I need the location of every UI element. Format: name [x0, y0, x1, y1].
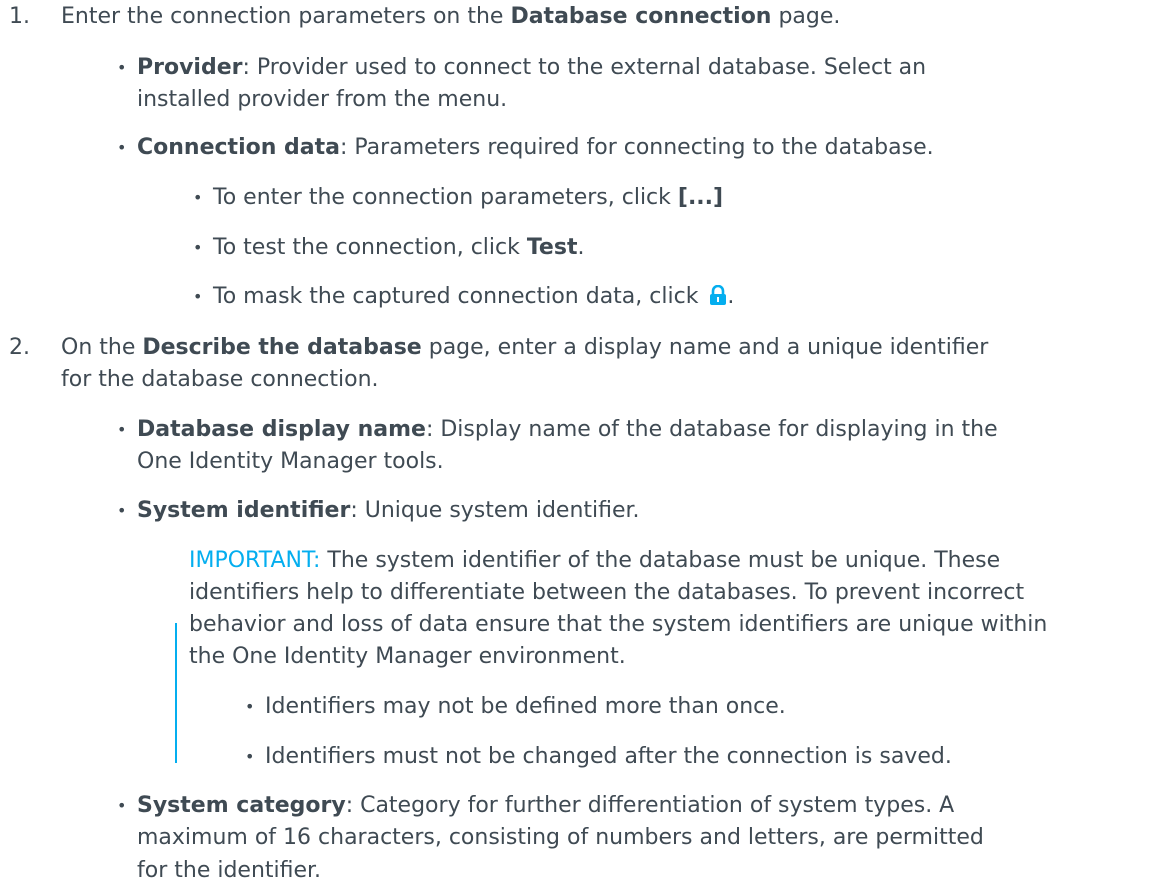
bullet-icon: • [117, 501, 127, 521]
important-label: IMPORTANT: [189, 547, 321, 573]
note-line: identifiers help to differentiate betwee… [189, 580, 1025, 606]
step-text: Enter the connection parameters on the D… [61, 4, 841, 29]
list-item: Provider: Provider used to connect to th… [137, 54, 927, 80]
step-text-continuation: for the database connection. [61, 366, 379, 392]
list-item-continuation: for the identifier. [137, 857, 322, 883]
step-text: On the Describe the database page, enter… [61, 334, 989, 360]
list-item-continuation: One Identity Manager tools. [137, 448, 444, 474]
sub-list-item: To mask the captured connection data, cl… [213, 282, 734, 313]
list-item: Database display name: Display name of t… [137, 416, 998, 442]
sub-list-item: To enter the connection parameters, clic… [213, 185, 724, 210]
note-line: behavior and loss of data ensure that th… [189, 612, 1048, 638]
lock-icon [709, 284, 727, 313]
document-page: 1. Enter the connection parameters on th… [0, 0, 1173, 891]
bullet-icon: • [117, 57, 127, 77]
important-note: IMPORTANT: The system identifier of the … [189, 547, 1001, 573]
sub-list-item: To test the connection, click Test. [213, 234, 585, 260]
list-item-continuation: maximum of 16 characters, consisting of … [137, 825, 984, 851]
bullet-icon: • [245, 697, 255, 717]
note-bullet: Identifiers must not be changed after th… [265, 743, 952, 769]
bullet-icon: • [193, 188, 203, 207]
bullet-icon: • [117, 419, 127, 439]
list-item: System category: Category for further di… [137, 793, 955, 819]
bullet-icon: • [117, 796, 127, 816]
bullet-icon: • [245, 746, 255, 766]
list-item: Connection data: Parameters required for… [137, 135, 934, 161]
bullet-icon: • [117, 138, 127, 158]
list-item: System identifier: Unique system identif… [137, 498, 640, 524]
note-accent-bar [175, 623, 177, 763]
note-bullet: Identifiers may not be defined more than… [265, 694, 786, 720]
list-item-continuation: installed provider from the menu. [137, 86, 508, 112]
bullet-icon: • [193, 287, 203, 307]
note-line: the One Identity Manager environment. [189, 644, 626, 670]
step-number: 2. [9, 334, 30, 360]
step-number: 1. [9, 4, 30, 29]
bullet-icon: • [193, 237, 203, 257]
